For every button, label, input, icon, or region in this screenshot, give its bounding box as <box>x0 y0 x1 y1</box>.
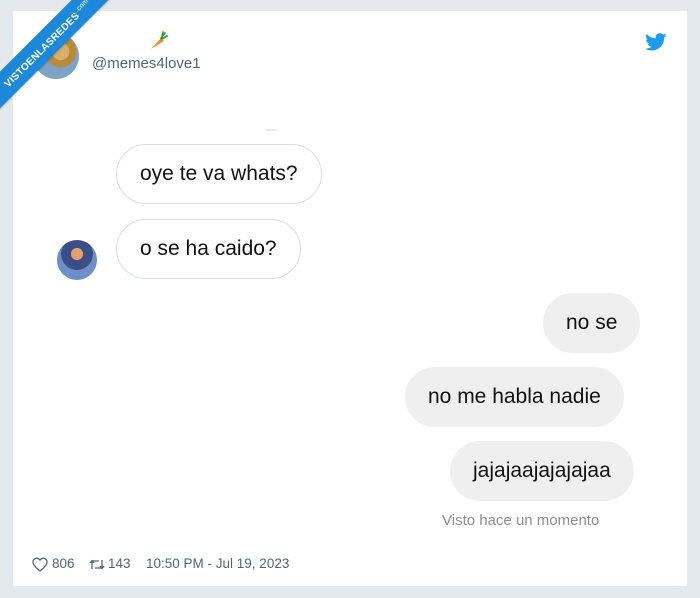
heart-icon[interactable] <box>32 557 48 572</box>
watermark-text: VISTOENLASREDES <box>2 10 82 90</box>
seen-status: Visto hace un momento <box>442 512 600 529</box>
tweet-timestamp[interactable]: 10:50 PM - Jul 19, 2023 <box>146 556 289 571</box>
like-count: 806 <box>52 556 75 571</box>
outgoing-message: jajajaajajajajaa <box>450 441 634 501</box>
outgoing-message: no se <box>543 293 641 353</box>
twitter-bird-icon[interactable] <box>645 33 667 51</box>
watermark-suffix: .com <box>73 0 91 14</box>
incoming-message: oye te va whats? <box>116 144 322 204</box>
watermark-ribbon: VISTOENLASREDES.com <box>0 0 140 140</box>
carrot-icon <box>151 31 168 49</box>
divider <box>266 129 276 131</box>
incoming-message: o se ha caido? <box>116 219 301 279</box>
friend-avatar[interactable] <box>57 240 97 280</box>
retweet-count: 143 <box>108 556 131 571</box>
outgoing-message: no me habla nadie <box>405 367 624 427</box>
retweet-icon[interactable] <box>88 557 106 572</box>
